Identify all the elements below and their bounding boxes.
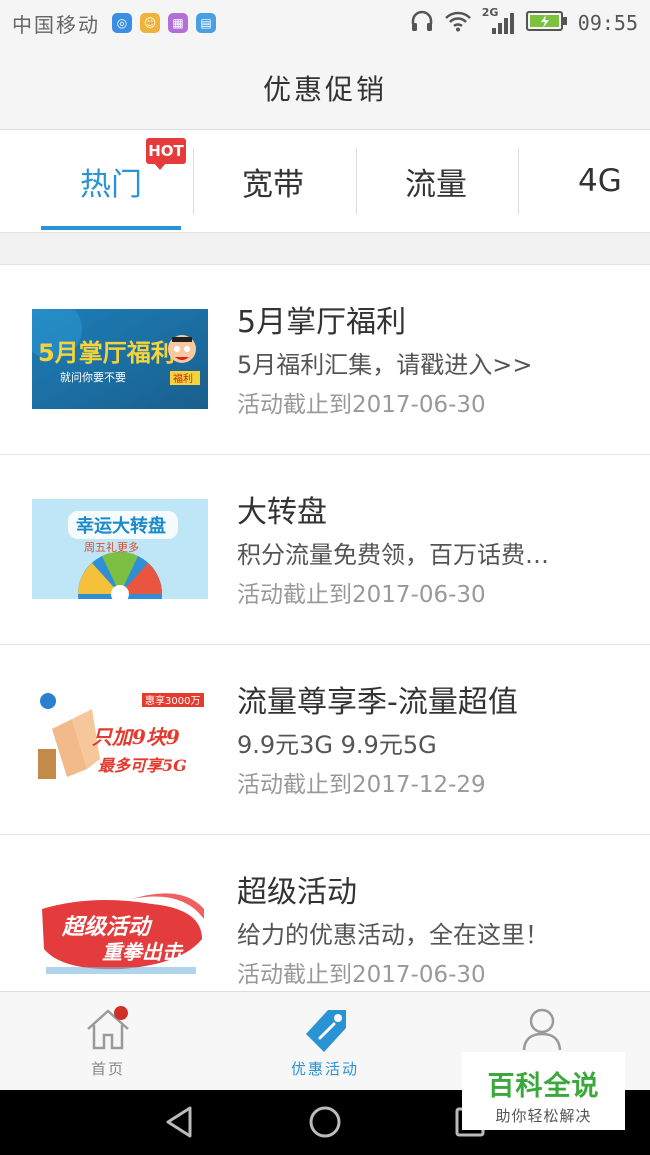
promotion-title: 5月掌厅福利: [237, 305, 407, 340]
page-title: 优惠促销: [262, 72, 387, 106]
app-notification-icon: ◎: [112, 13, 132, 33]
banner-badge: 惠享3000万: [145, 694, 200, 707]
promotion-list: 5月掌厅福利 就问你要不要 福利 5月掌厅福利 5月福利汇集，请戳进入>> 活动…: [0, 265, 650, 991]
banner-text: 5月掌厅福利: [38, 339, 175, 367]
gallery-notification-icon: ▦: [168, 13, 188, 33]
tab-4g[interactable]: 4G: [540, 131, 650, 231]
status-bar: 中国移动 ◎ ☺ ▦ ▤ 2G 09:55: [0, 0, 650, 46]
hot-badge: HOT: [146, 138, 186, 170]
tab-divider: [356, 148, 357, 214]
banner-text: 重拳出击: [102, 940, 184, 964]
tab-broadband[interactable]: 宽带: [203, 131, 343, 231]
promotion-deadline: 活动截止到2017-12-29: [237, 772, 486, 798]
home-circle-icon[interactable]: [307, 1104, 343, 1144]
app-notification-icon: ▤: [196, 13, 216, 33]
promotion-description: 9.9元3G 9.9元5G: [237, 731, 437, 759]
active-tab-indicator: [41, 226, 181, 230]
promotion-item[interactable]: 惠享3000万 只加9块9 最多可享5G 流量尊享季-流量超值 9.9元3G 9…: [0, 645, 650, 835]
promotion-description: 积分流量免费领，百万话费…: [237, 541, 549, 569]
clock: 09:55: [577, 11, 638, 35]
promotion-banner-image: 惠享3000万 只加9块9 最多可享5G: [32, 689, 208, 789]
banner-text: 最多可享5G: [98, 756, 187, 775]
carrier-name: 中国移动: [12, 12, 100, 37]
promotion-description: 给力的优惠活动，全在这里！: [237, 921, 549, 949]
promotion-banner-image: 5月掌厅福利 就问你要不要 福利: [32, 309, 208, 409]
watermark-subtitle: 助你轻松解决: [495, 1107, 592, 1125]
promotion-item[interactable]: 超级活动 重拳出击 超级活动 给力的优惠活动，全在这里！ 活动截止到2017-0…: [0, 835, 650, 991]
promotion-item[interactable]: 幸运大转盘 周五礼更多 大转盘 积分流量免费领，百万话费… 活动截止到2017-…: [0, 455, 650, 645]
promotion-title: 大转盘: [237, 495, 327, 530]
section-spacer: [0, 233, 650, 265]
promotion-item[interactable]: 5月掌厅福利 就问你要不要 福利 5月掌厅福利 5月福利汇集，请戳进入>> 活动…: [0, 265, 650, 455]
promotion-deadline: 活动截止到2017-06-30: [237, 962, 486, 988]
signal-icon: 2G: [482, 6, 516, 36]
banner-text: 超级活动: [61, 914, 153, 940]
headphones-icon: [410, 10, 434, 37]
back-icon[interactable]: [162, 1104, 198, 1144]
promotion-title: 流量尊享季-流量超值: [237, 685, 518, 720]
page-header: 优惠促销: [0, 46, 650, 130]
battery-icon: [525, 10, 568, 37]
category-tabs: 热门 宽带 流量 4G: [0, 131, 650, 233]
tab-label: 4G: [578, 163, 622, 199]
banner-text: 周五礼更多: [84, 540, 139, 554]
network-type: 2G: [481, 6, 499, 19]
tab-divider: [193, 148, 194, 214]
app-notification-icon: ☺: [140, 13, 160, 33]
nav-label: 优惠活动: [290, 1060, 359, 1078]
promotion-deadline: 活动截止到2017-06-30: [237, 392, 486, 418]
watermark-logo: 百科全说 助你轻松解决: [462, 1052, 625, 1130]
wifi-icon: [444, 10, 472, 37]
promotion-banner-image: 幸运大转盘 周五礼更多: [32, 499, 208, 599]
banner-text: 就问你要不要: [60, 370, 126, 384]
nav-promotions[interactable]: 优惠活动: [265, 992, 385, 1091]
nav-label: 首页: [90, 1060, 125, 1078]
tab-data-traffic[interactable]: 流量: [366, 131, 506, 231]
promotion-deadline: 活动截止到2017-06-30: [237, 582, 486, 608]
watermark-title: 百科全说: [487, 1071, 600, 1102]
tab-label: 宽带: [242, 166, 304, 203]
promotion-banner-image: 超级活动 重拳出击: [32, 879, 208, 979]
nav-home[interactable]: 首页: [48, 992, 168, 1091]
banner-tag: 福利: [173, 372, 193, 385]
tab-label: 热门: [80, 166, 142, 203]
banner-text: 幸运大转盘: [76, 515, 166, 537]
banner-text: 只加9块9: [92, 725, 180, 749]
promotion-description: 5月福利汇集，请戳进入>>: [237, 351, 533, 379]
promotion-title: 超级活动: [237, 875, 357, 910]
tab-divider: [518, 148, 519, 214]
tab-label: 流量: [405, 166, 467, 203]
